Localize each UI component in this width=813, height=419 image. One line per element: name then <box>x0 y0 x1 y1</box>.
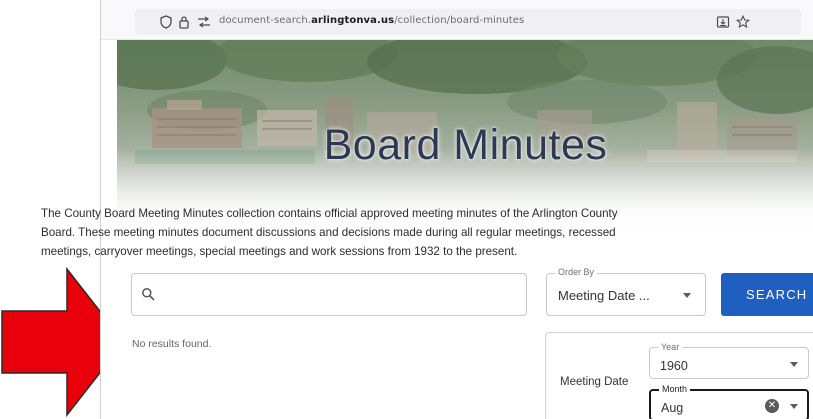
description-line: meetings, carryover meetings, special me… <box>41 245 518 258</box>
url-domain: arlingtonva.us <box>311 15 395 26</box>
chevron-down-icon[interactable] <box>790 404 798 409</box>
permissions-icon[interactable] <box>195 13 213 31</box>
meeting-date-label: Meeting Date <box>560 376 629 388</box>
bookmark-star-icon[interactable] <box>734 13 752 31</box>
month-label: Month <box>659 384 691 394</box>
search-icon <box>141 287 155 306</box>
shield-icon[interactable] <box>157 13 175 31</box>
description-line: Board. These meeting minutes document di… <box>41 226 616 239</box>
search-field[interactable] <box>131 273 527 316</box>
search-input[interactable] <box>166 282 516 308</box>
url-text[interactable]: document-search.arlingtonva.us/collectio… <box>219 15 524 26</box>
lock-icon[interactable] <box>175 13 193 31</box>
order-by-value: Meeting Date ... <box>558 288 650 303</box>
reader-view-icon[interactable] <box>714 13 732 31</box>
order-by-select[interactable]: Order By Meeting Date ... <box>546 267 706 316</box>
url-path: /collection/board-minutes <box>394 15 525 26</box>
year-value: 1960 <box>660 359 688 373</box>
no-results-message: No results found. <box>132 338 212 350</box>
url-prefix: document-search. <box>219 15 312 26</box>
year-select[interactable]: Year 1960 <box>649 342 809 379</box>
page-title: Board Minutes <box>323 121 608 169</box>
address-bar[interactable]: document-search.arlingtonva.us/collectio… <box>135 9 801 35</box>
search-button[interactable]: SEARCH <box>721 273 813 316</box>
clear-icon[interactable]: ✕ <box>765 399 779 413</box>
month-select[interactable]: Month Aug ✕ <box>649 384 809 419</box>
year-label: Year <box>658 342 683 352</box>
chevron-down-icon <box>683 293 691 298</box>
browser-toolbar: document-search.arlingtonva.us/collectio… <box>101 0 813 40</box>
chevron-down-icon <box>790 362 798 367</box>
collection-description: The County Board Meeting Minutes collect… <box>41 204 721 261</box>
month-value: Aug <box>661 401 684 415</box>
order-by-label: Order By <box>555 267 598 277</box>
description-line: The County Board Meeting Minutes collect… <box>41 207 618 220</box>
filter-panel: Meeting Date Year 1960 Month Aug ✕ <box>545 332 813 419</box>
